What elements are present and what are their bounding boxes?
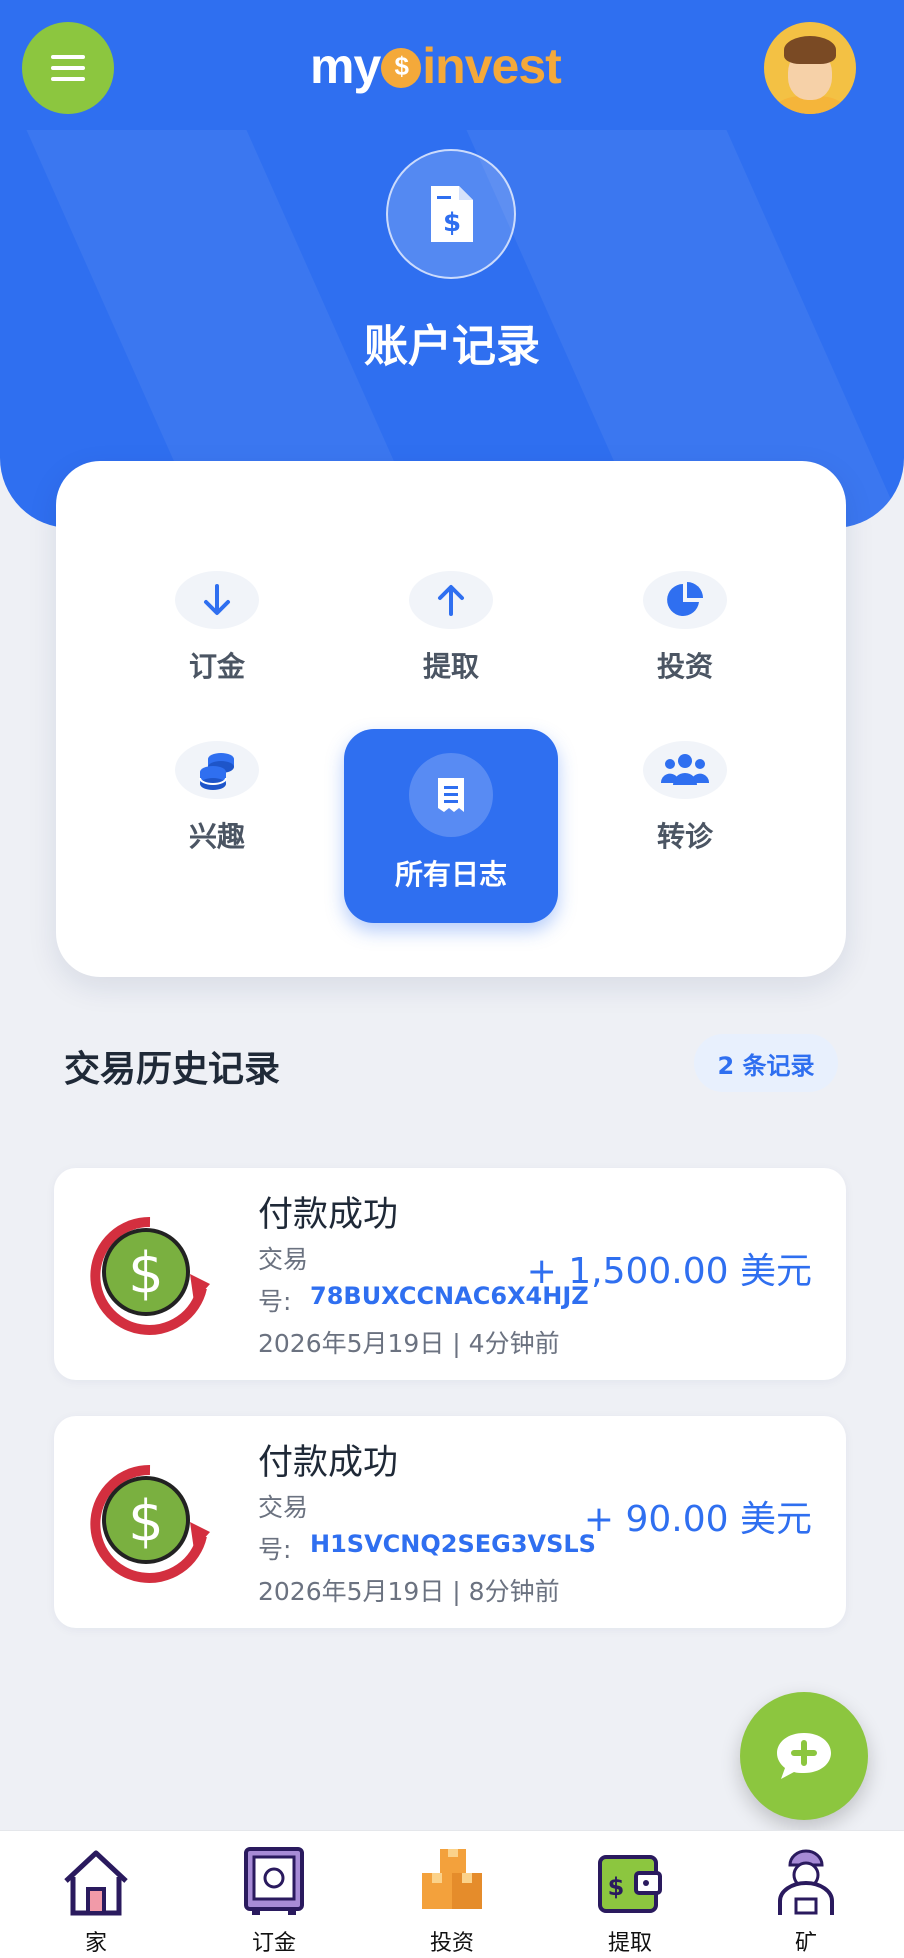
transaction-id-label: 交易 xyxy=(258,1245,309,1274)
nav-label: 转诊 xyxy=(656,820,713,853)
tab-mining[interactable]: 矿 xyxy=(716,1831,896,1958)
nav-item-deposit[interactable]: 订金 xyxy=(110,491,324,685)
nav-item-referral[interactable]: 转诊 xyxy=(578,661,792,855)
svg-text:$: $ xyxy=(128,1241,164,1306)
history-title: 交易历史记录 xyxy=(64,1049,281,1090)
tab-label: 订金 xyxy=(251,1931,296,1956)
transaction-amount: + 90.00 美元 xyxy=(583,1499,812,1540)
wallet-icon: $ xyxy=(598,1855,662,1913)
pie-chart-icon xyxy=(643,571,727,629)
menu-icon-bar xyxy=(51,77,85,81)
tab-invest[interactable]: 投资 xyxy=(362,1831,542,1958)
boxes-icon xyxy=(422,1849,482,1909)
logo-text-left: my xyxy=(310,38,381,94)
transaction-id-label: 交易 xyxy=(258,1493,309,1522)
arrow-up-icon xyxy=(409,571,493,629)
chat-button[interactable] xyxy=(740,1692,868,1820)
tab-label: 投资 xyxy=(429,1931,474,1956)
logo-text-right: invest xyxy=(422,38,562,94)
receipt-icon xyxy=(409,753,493,837)
arrow-down-icon xyxy=(175,571,259,629)
tab-label: 提取 xyxy=(607,1931,652,1956)
nav-item-withdraw[interactable]: 提取 xyxy=(344,491,558,685)
transaction-card[interactable]: $ 付款成功 交易 号: H1SVCNQ2SEG3VSLS 2026年5月19日… xyxy=(54,1416,846,1628)
menu-icon-bar xyxy=(51,55,85,59)
svg-text:$: $ xyxy=(608,1873,625,1901)
nav-item-interest[interactable]: 兴趣 xyxy=(110,661,324,855)
transaction-status: 付款成功 xyxy=(258,1443,399,1483)
menu-icon-bar xyxy=(51,66,85,70)
tab-withdraw[interactable]: $ 提取 xyxy=(540,1831,720,1958)
nav-label: 所有日志 xyxy=(394,858,507,891)
record-count-badge: 2 条记录 xyxy=(694,1034,838,1092)
tab-label: 家 xyxy=(84,1931,107,1956)
tab-deposit[interactable]: 订金 xyxy=(184,1831,364,1958)
users-icon xyxy=(643,741,727,799)
document-dollar-icon: $ xyxy=(386,149,516,279)
chat-plus-icon xyxy=(777,1733,831,1779)
svg-text:$: $ xyxy=(443,208,461,238)
app-logo[interactable]: my invest xyxy=(310,38,562,94)
avatar[interactable] xyxy=(764,22,856,114)
record-type-card: 订金 提取 投资 兴趣 所有日志 转诊 xyxy=(56,461,846,977)
transaction-date: 2026年5月19日 | 4分钟前 xyxy=(258,1329,560,1358)
nav-label: 兴趣 xyxy=(188,820,245,853)
safe-icon xyxy=(244,1847,304,1915)
transaction-id-label: 号: xyxy=(258,1535,292,1564)
header-hero: my invest $ 账户记录 xyxy=(0,0,904,528)
transaction-id-label: 号: xyxy=(258,1287,292,1316)
dollar-refresh-icon: $ xyxy=(90,1464,210,1583)
svg-text:$: $ xyxy=(128,1489,164,1554)
logo-coin-icon xyxy=(381,48,422,88)
coins-stack-icon xyxy=(175,741,259,799)
miner-icon xyxy=(778,1849,834,1915)
page-title: 账户记录 xyxy=(364,321,540,372)
transaction-status: 付款成功 xyxy=(258,1195,399,1235)
bottom-tab-bar: 家 订金 投资 $ 提取 矿 xyxy=(0,1830,904,1958)
transaction-id: H1SVCNQ2SEG3VSLS xyxy=(310,1530,596,1558)
dollar-refresh-icon: $ xyxy=(90,1216,210,1335)
nav-label: 提取 xyxy=(422,650,479,683)
menu-button[interactable] xyxy=(22,22,114,114)
transaction-card[interactable]: $ 付款成功 交易 号: 78BUXCCNAC6X4HJZ 2026年5月19日… xyxy=(54,1168,846,1380)
transaction-amount: + 1,500.00 美元 xyxy=(526,1251,812,1292)
transaction-date: 2026年5月19日 | 8分钟前 xyxy=(258,1577,560,1606)
nav-item-all-logs[interactable]: 所有日志 xyxy=(344,729,558,923)
tab-label: 矿 xyxy=(794,1931,817,1956)
nav-item-invest[interactable]: 投资 xyxy=(578,491,792,685)
tab-home[interactable]: 家 xyxy=(6,1831,186,1958)
home-icon xyxy=(64,1850,128,1916)
